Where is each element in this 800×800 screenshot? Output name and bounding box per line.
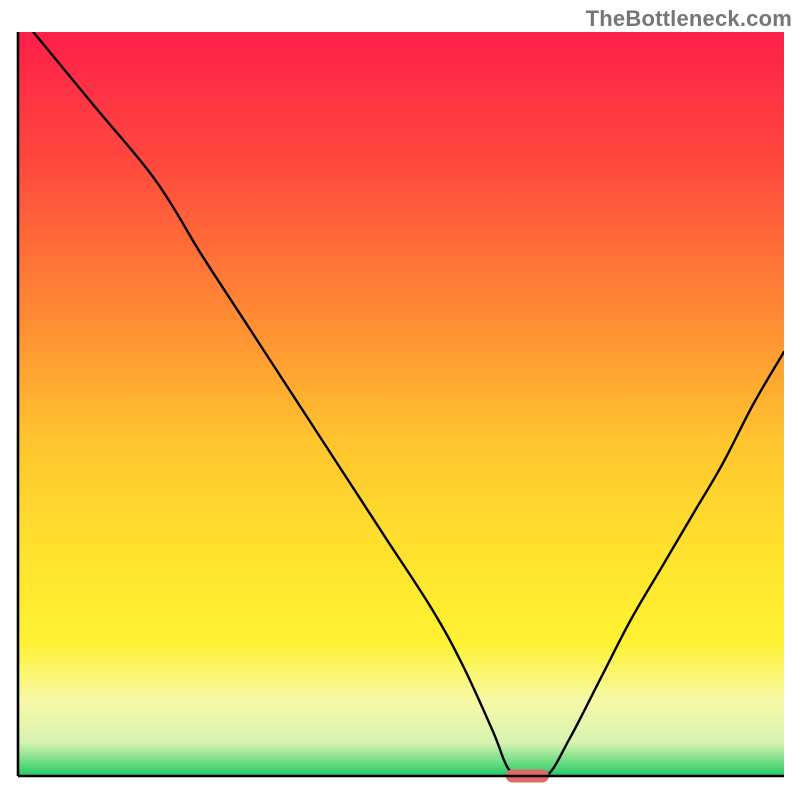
chart-svg [0, 0, 800, 800]
chart-root: TheBottleneck.com [0, 0, 800, 800]
plot-background [18, 32, 784, 776]
